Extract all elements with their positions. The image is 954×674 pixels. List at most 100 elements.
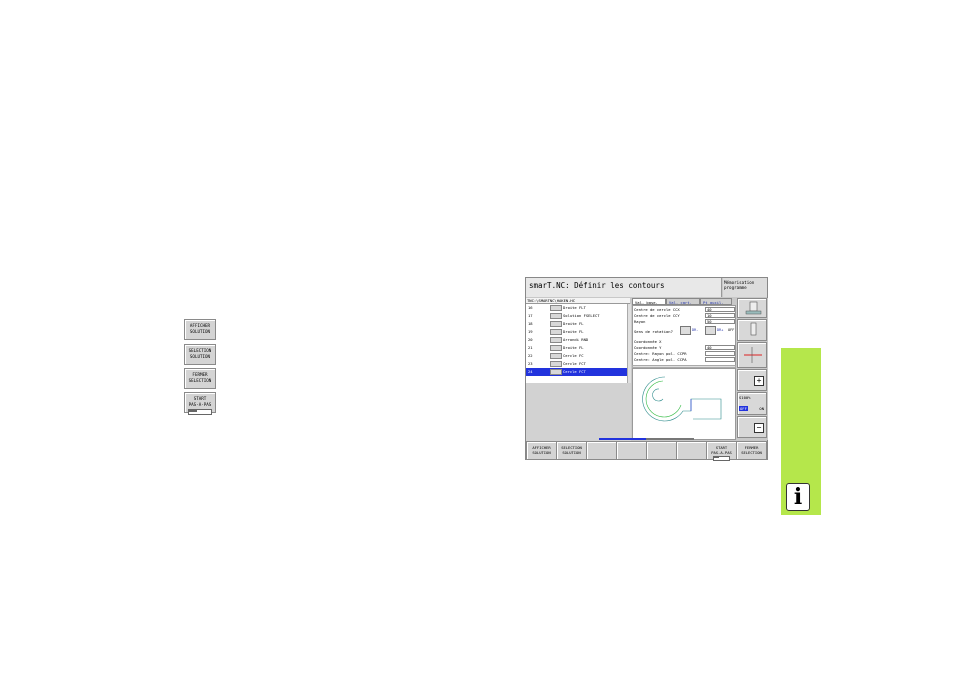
selection-solution-key[interactable]: SELECTION SOLUTION bbox=[184, 344, 216, 365]
screen-title: smarT.NC: Définir les contours bbox=[526, 278, 722, 297]
row-number: 20 bbox=[528, 337, 533, 342]
form-tabs: Val. base. Val. cart. Pt auxil. bbox=[632, 298, 736, 305]
mode-indicator: Mémorisation programme bbox=[723, 278, 767, 297]
tab-val-base[interactable]: Val. base. bbox=[632, 298, 666, 305]
mode-line2: programme bbox=[724, 285, 747, 290]
field-input[interactable]: 50 bbox=[705, 319, 735, 324]
field-input[interactable]: 40 bbox=[705, 345, 735, 350]
contour-element-icon bbox=[550, 353, 562, 359]
contour-element-icon bbox=[550, 369, 562, 375]
row-number: 21 bbox=[528, 345, 533, 350]
softkey-empty[interactable] bbox=[646, 441, 677, 460]
row-text: Cercle FCT bbox=[563, 361, 586, 366]
afficher-solution-key[interactable]: AFFICHER SOLUTION bbox=[184, 319, 216, 340]
feed-minus-key[interactable]: − bbox=[737, 416, 767, 438]
row-number: 24 bbox=[528, 369, 533, 374]
plus-icon: + bbox=[754, 376, 764, 386]
program-row[interactable]: 18 Droite FL bbox=[526, 320, 627, 328]
softkey-start-pas-a-pas[interactable]: START PAS-A-PAS bbox=[706, 441, 737, 461]
field-label: Centre de cercle CCY bbox=[634, 313, 680, 318]
softkey-empty[interactable] bbox=[676, 441, 707, 460]
tnc-screen: smarT.NC: Définir les contours Mémorisat… bbox=[525, 277, 768, 461]
program-row[interactable]: 16 Droite FLT bbox=[526, 304, 627, 312]
spindle-icon bbox=[750, 322, 757, 336]
program-row[interactable]: 22 Cercle FC bbox=[526, 352, 627, 360]
row-number: 23 bbox=[528, 361, 533, 366]
machine-mode-key[interactable] bbox=[737, 298, 767, 318]
progress-bar-icon bbox=[713, 456, 730, 461]
row-number: 17 bbox=[528, 313, 533, 318]
form-row: Centre: Angle pol. CCPA bbox=[634, 357, 736, 363]
machine-icon bbox=[745, 301, 762, 315]
rotation-off[interactable]: OFF bbox=[728, 328, 734, 332]
row-text: Droite FL bbox=[563, 321, 584, 326]
rotation-opt2: DR+ bbox=[717, 328, 724, 332]
program-row[interactable]: 20 Arrondi RND bbox=[526, 336, 627, 344]
softkey-fermer-selection[interactable]: FERMER SELECTION bbox=[736, 441, 767, 460]
program-row[interactable]: 21 Droite FL bbox=[526, 344, 627, 352]
softkey-line2: SOLUTION bbox=[562, 450, 581, 455]
contour-drawing bbox=[642, 376, 722, 422]
key-line2: SOLUTION bbox=[189, 354, 211, 359]
softkey-level-indicator bbox=[646, 438, 694, 440]
rotation-cw-icon[interactable] bbox=[705, 326, 716, 335]
row-number: 22 bbox=[528, 353, 533, 358]
form-row: Rayon 50 bbox=[634, 319, 736, 325]
softkey-afficher-solution[interactable]: AFFICHER SOLUTION bbox=[526, 441, 557, 460]
row-text: Cercle FC bbox=[563, 353, 584, 358]
contour-element-icon bbox=[550, 361, 562, 367]
spindle-override-key[interactable]: S100% OFF ON bbox=[737, 392, 767, 415]
axis-key[interactable] bbox=[737, 319, 767, 341]
softkey-empty[interactable] bbox=[616, 441, 647, 460]
field-input[interactable]: 10 bbox=[705, 313, 735, 318]
program-row[interactable]: 19 Droite FL bbox=[526, 328, 627, 336]
field-label: Coordonnée Y bbox=[634, 345, 662, 350]
softkey-empty[interactable] bbox=[586, 441, 617, 460]
softkey-line2: SELECTION bbox=[741, 450, 762, 455]
softkey-selection-solution[interactable]: SELECTION SOLUTION bbox=[556, 441, 587, 460]
axes-icon bbox=[744, 347, 762, 363]
contour-element-icon bbox=[550, 329, 562, 335]
key-line2: PAS-A-PAS bbox=[188, 402, 212, 407]
row-text: Droite FL bbox=[563, 345, 584, 350]
rotation-ccw-icon[interactable] bbox=[680, 326, 691, 335]
field-input[interactable] bbox=[705, 351, 735, 356]
softkey-bar: AFFICHER SOLUTION SELECTION SOLUTION START… bbox=[526, 441, 767, 461]
contour-element-icon bbox=[550, 337, 562, 343]
rotation-opt1: DR- bbox=[692, 328, 699, 332]
field-label: Coordonnée X bbox=[634, 339, 662, 344]
row-number: 16 bbox=[528, 305, 533, 310]
row-text: Droite FL bbox=[563, 329, 584, 334]
field-input[interactable] bbox=[705, 357, 735, 362]
program-row-selected[interactable]: 24 Cercle FCT bbox=[526, 368, 627, 376]
program-row[interactable]: 17 Solution FSELECT bbox=[526, 312, 627, 320]
program-row[interactable]: 23 Cercle FCT bbox=[526, 360, 627, 368]
program-scrollbar[interactable] bbox=[627, 304, 631, 383]
off-label: OFF bbox=[739, 406, 748, 411]
contour-element-icon bbox=[550, 313, 562, 319]
row-text: Solution FSELECT bbox=[563, 313, 600, 318]
contour-element-icon bbox=[550, 345, 562, 351]
field-label: Rayon bbox=[634, 319, 646, 324]
contour-element-icon bbox=[550, 305, 562, 311]
tab-pt-auxil[interactable]: Pt auxil. bbox=[700, 298, 732, 305]
fermer-selection-key[interactable]: FERMER SELECTION bbox=[184, 368, 216, 389]
feed-override-key[interactable]: + bbox=[737, 369, 767, 391]
info-icon: i bbox=[786, 483, 810, 511]
rotation-label: Sens de rotation? bbox=[634, 329, 673, 334]
field-label: Centre de cercle CCX bbox=[634, 307, 680, 312]
contour-element-icon bbox=[550, 321, 562, 327]
row-number: 19 bbox=[528, 329, 533, 334]
transform-key[interactable] bbox=[737, 342, 767, 368]
program-list: 16 Droite FLT 17 Solution FSELECT 18 Droite… bbox=[526, 304, 627, 383]
field-input[interactable]: 40 bbox=[705, 307, 735, 312]
tab-val-cart[interactable]: Val. cart. bbox=[666, 298, 700, 305]
s100-label: S100% bbox=[739, 395, 751, 400]
field-label: Centre: Rayon pol. CCPR bbox=[634, 351, 687, 356]
parameter-form: Centre de cercle CCX 40 Centre de cercle … bbox=[632, 305, 736, 366]
field-label: Centre: Angle pol. CCPA bbox=[634, 357, 687, 362]
key-line2: SELECTION bbox=[188, 378, 212, 383]
row-text: Droite FLT bbox=[563, 305, 586, 310]
softkey-level-indicator bbox=[599, 438, 646, 440]
start-pas-a-pas-key[interactable]: START PAS-A-PAS bbox=[184, 392, 216, 415]
